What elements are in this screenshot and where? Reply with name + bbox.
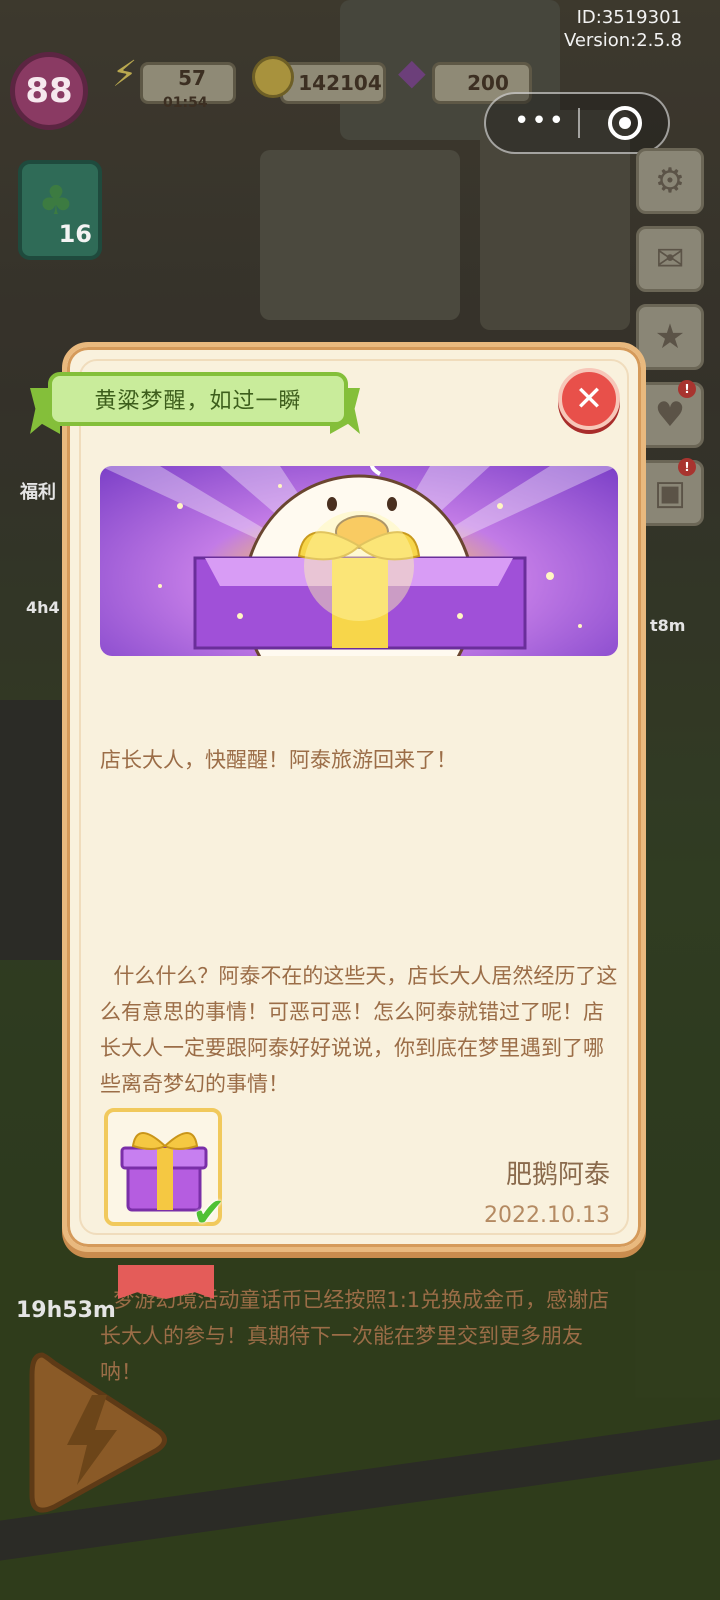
hero-illustration [100,466,618,656]
level-badge[interactable]: 88 [10,52,88,130]
energy-timer: 01:54 [163,95,208,111]
settings-button[interactable]: ⚙ [636,148,704,214]
heart-icon: ♥ [654,395,686,435]
lightning-icon: ⚡ [112,54,138,95]
clover-icon: ♣ [38,178,74,224]
close-button[interactable]: ✕ [558,368,620,430]
claimed-check-icon: ✔ [192,1190,226,1236]
close-icon: ✕ [574,379,604,419]
player-id: ID:3519301 [576,7,682,28]
letter-date: 2022.10.13 [484,1203,610,1228]
version-label: Version:2.5.8 [563,30,682,51]
coin-icon [252,56,294,98]
title-banner: 黄粱梦醒，如过一瞬 [30,362,360,436]
energy-value: 57 [178,66,206,90]
gem-value: 200 [467,71,509,95]
coin-counter[interactable]: 142104 [280,62,386,104]
letter-paragraph: 梦游幻境活动童话币已经按照1:1兑换成金币，感谢店长大人的参与！真期待下一次能在… [100,1288,610,1384]
letter-signer: 肥鹅阿泰 [505,1160,610,1190]
notification-dot: ! [678,458,696,476]
medal-button[interactable]: ★ [636,304,704,370]
notification-dot: ! [678,380,696,398]
more-menu-icon[interactable]: ••• [514,106,566,136]
level-number: 88 [25,71,73,111]
frame-icon: ▣ [653,473,687,513]
gem-icon: ◆ [398,52,426,93]
close-miniprogram-icon[interactable] [608,106,642,140]
letter-paragraph: 什么什么？阿泰不在的这些天，店长大人居然经历了这么有意思的事情！可恶可恶！怎么阿… [100,964,618,1096]
coin-value: 142104 [298,71,382,95]
dialog-title: 黄粱梦醒，如过一瞬 [48,372,348,426]
fuli-label: 福利 [20,482,56,503]
medal-icon: ★ [654,317,686,357]
goose-gift-illustration [100,466,618,656]
capsule-divider [578,108,580,138]
mini-program-capsule: ••• [484,92,670,154]
left-card-button[interactable]: ♣ 16 [18,160,102,260]
side-timer-left: 4h4 [26,598,60,617]
letter-body: 店长大人，快醒醒！阿泰旅游回来了！ 什么什么？阿泰不在的这些天，店长大人居然经历… [100,670,620,1426]
gear-icon: ⚙ [654,161,686,201]
letter-paragraph: 店长大人，快醒醒！阿泰旅游回来了！ [100,748,457,772]
mail-icon: ✉ [655,239,685,279]
side-timer-right: t8m [650,616,686,635]
card-count: 16 [58,220,92,248]
mail-button[interactable]: ✉ [636,226,704,292]
version-info: ID:3519301 Version:2.5.8 [564,6,682,52]
